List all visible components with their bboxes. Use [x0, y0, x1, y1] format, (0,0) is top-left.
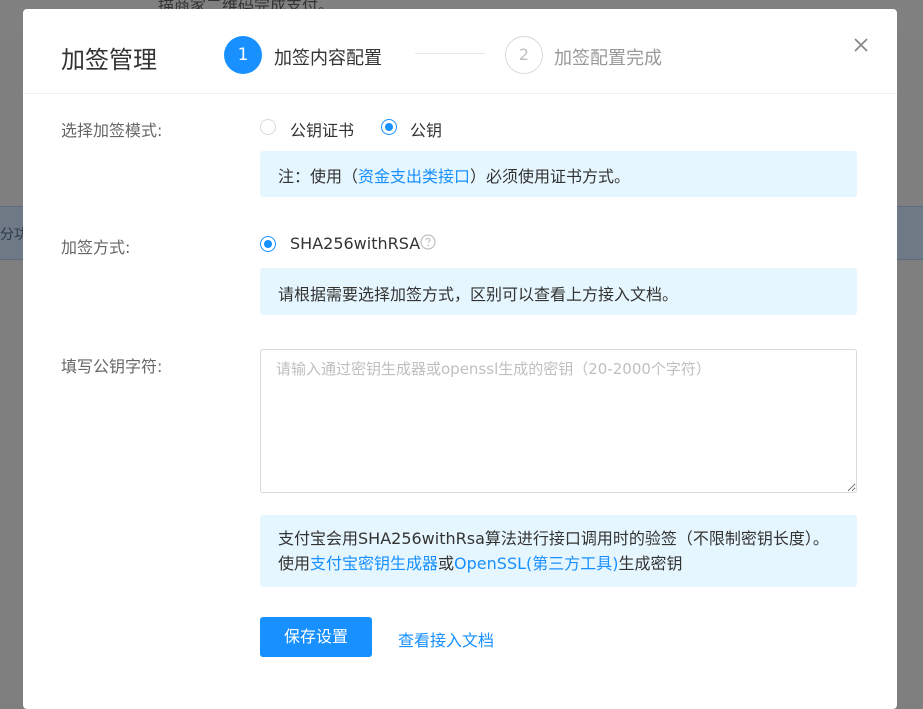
- step-1-indicator: 1: [224, 36, 262, 74]
- mode-notice: 注：使用（资金支出类接口）必须使用证书方式。: [260, 151, 857, 197]
- alipay-key-generator-link[interactable]: 支付宝密钥生成器: [310, 554, 438, 573]
- dialog-header: 加签管理 1 加签内容配置 2 加签配置完成: [23, 9, 897, 94]
- public-key-textarea[interactable]: [260, 349, 857, 493]
- sign-management-dialog: 加签管理 1 加签内容配置 2 加签配置完成 选择加签模式: 公钥证书 公钥 注…: [23, 9, 897, 709]
- radio-public-key-label[interactable]: 公钥: [410, 117, 442, 141]
- dialog-title: 加签管理: [61, 46, 157, 74]
- step-connector: [415, 53, 485, 54]
- save-settings-button[interactable]: 保存设置: [260, 617, 372, 657]
- radio-public-key[interactable]: [381, 119, 397, 135]
- radio-sha256withrsa-label[interactable]: SHA256withRSA: [290, 234, 420, 253]
- openssl-tool-link[interactable]: OpenSSL(第三方工具): [454, 554, 618, 573]
- key-info-text-3: 生成密钥: [618, 554, 683, 573]
- radio-public-key-cert-label[interactable]: 公钥证书: [290, 117, 354, 141]
- key-info-text-2: 或: [438, 554, 455, 573]
- step-1-label: 加签内容配置: [274, 48, 382, 69]
- mode-notice-suffix: ）必须使用证书方式。: [470, 167, 631, 186]
- close-icon[interactable]: [849, 33, 873, 57]
- method-notice: 请根据需要选择加签方式，区别可以查看上方接入文档。: [260, 268, 857, 315]
- question-circle-icon[interactable]: [420, 234, 436, 250]
- radio-public-key-cert[interactable]: [260, 119, 276, 135]
- sign-method-label: 加签方式:: [61, 238, 131, 257]
- public-key-label: 填写公钥字符:: [61, 357, 163, 376]
- radio-sha256withrsa[interactable]: [260, 236, 276, 252]
- mode-notice-prefix: 注：使用（: [278, 167, 359, 186]
- step-2-indicator: 2: [505, 36, 543, 74]
- sign-mode-label: 选择加签模式:: [61, 121, 163, 140]
- view-docs-link[interactable]: 查看接入文档: [398, 627, 494, 651]
- step-2-label: 加签配置完成: [554, 48, 662, 69]
- key-info-notice: 支付宝会用SHA256withRsa算法进行接口调用时的验签（不限制密钥长度）。…: [260, 515, 857, 587]
- fund-payout-api-link[interactable]: 资金支出类接口: [358, 167, 470, 186]
